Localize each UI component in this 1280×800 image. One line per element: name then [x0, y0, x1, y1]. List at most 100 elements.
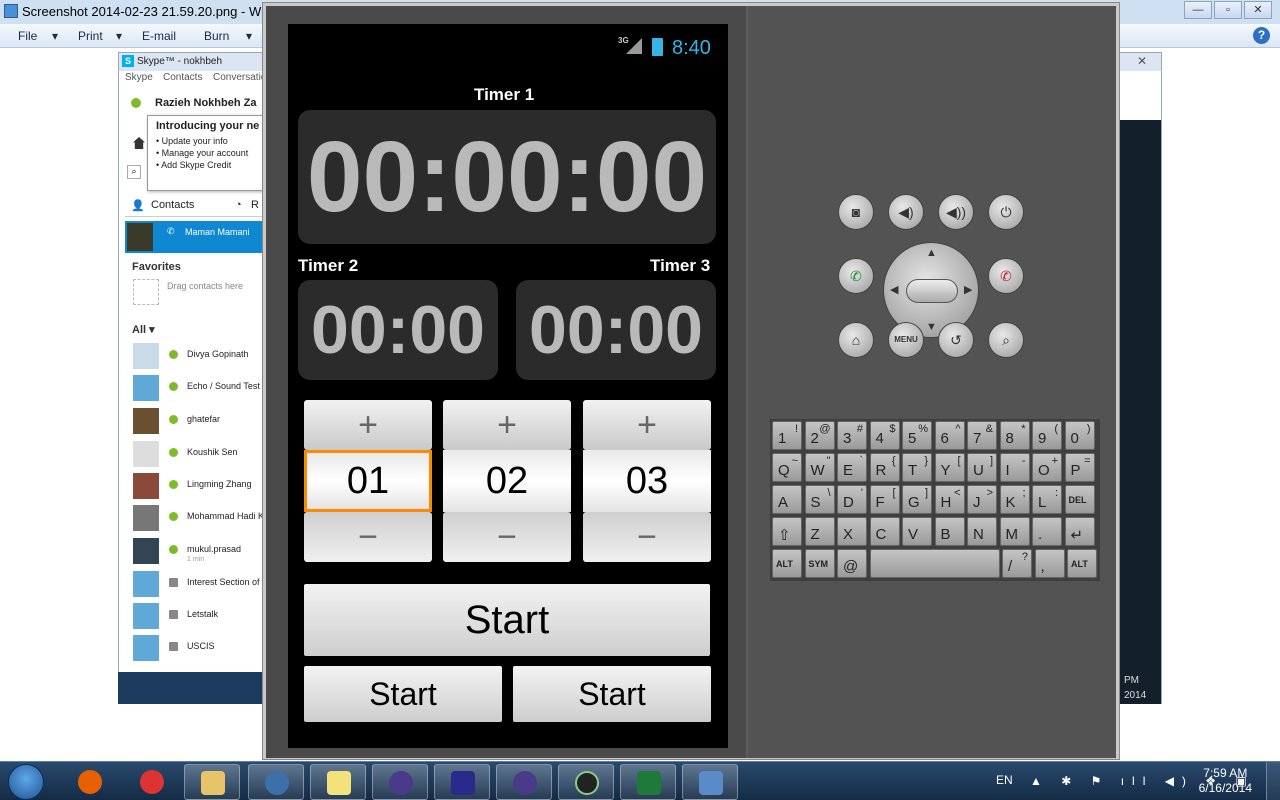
dpad-right-button[interactable]: ▶ — [964, 283, 972, 296]
contact-item[interactable]: ghatefar — [133, 408, 263, 436]
language-indicator[interactable]: EN — [996, 773, 1013, 787]
increment-button[interactable]: + — [443, 400, 571, 450]
menu-burn[interactable]: Burn — [204, 29, 229, 43]
key-21e7[interactable]: ⇧ — [772, 517, 802, 546]
volume-down-icon[interactable]: ◀) — [888, 194, 924, 230]
key-0[interactable]: 0) — [1064, 421, 1095, 450]
key-g[interactable]: G] — [902, 485, 932, 514]
key-n[interactable]: N — [967, 517, 997, 546]
key-a[interactable]: A — [772, 485, 802, 514]
menu-burn-arrow[interactable]: ▾ — [246, 29, 252, 43]
skype-user-name[interactable]: Razieh Nokhbeh Za — [131, 97, 256, 109]
contact-item[interactable]: Lingming Zhang — [133, 473, 263, 501]
key-sym[interactable]: SYM — [804, 549, 835, 578]
key-9[interactable]: 9( — [1032, 421, 1062, 450]
key-x[interactable]: X — [837, 517, 867, 546]
key-k[interactable]: K; — [999, 485, 1030, 514]
key-p[interactable]: P = — [1064, 453, 1095, 482]
contact-item[interactable]: USCIS — [133, 635, 263, 663]
skype-menu-contacts[interactable]: Contacts — [163, 72, 202, 83]
start-button[interactable] — [8, 764, 44, 800]
key-m[interactable]: M — [999, 517, 1030, 546]
contact-item[interactable]: mukul.prasad 1 min — [133, 538, 263, 566]
start-timer3-button[interactable]: Start — [513, 666, 711, 722]
key-r[interactable]: R{ — [869, 453, 900, 482]
menu-email[interactable]: E-mail — [142, 29, 176, 43]
menu-print[interactable]: Print — [78, 29, 103, 43]
contact-item[interactable]: Letstalk — [133, 603, 263, 631]
key-7[interactable]: 7 & — [967, 421, 997, 450]
key-v[interactable]: V — [902, 517, 932, 546]
key-3[interactable]: 3 # — [837, 421, 867, 450]
key-f[interactable]: F[ — [869, 485, 900, 514]
contact-item[interactable]: Divya Gopinath — [133, 343, 263, 371]
clock[interactable]: 7:59 AM 6/16/2014 — [1199, 766, 1252, 796]
thunderbird-taskbar-icon[interactable] — [248, 764, 304, 800]
search-icon[interactable]: ⌕ — [127, 165, 141, 179]
all-contacts-dropdown[interactable]: All ▾ — [132, 323, 155, 336]
increment-button[interactable]: + — [583, 400, 711, 450]
key-21b5[interactable]: ↵ — [1064, 517, 1095, 546]
skype-menu-skype[interactable]: Skype — [125, 72, 153, 83]
start-timer1-button[interactable]: Start — [304, 584, 710, 656]
key-b[interactable]: B — [934, 517, 965, 546]
increment-button[interactable]: + — [304, 400, 432, 450]
skype-menu-conversations[interactable]: Conversatio — [213, 72, 266, 83]
key-o[interactable]: O + — [1032, 453, 1062, 482]
decrement-button[interactable]: − — [304, 512, 432, 562]
tooltip-bullet[interactable]: • Manage your account — [156, 148, 258, 158]
eclipse2-taskbar-icon[interactable] — [496, 764, 552, 800]
space-key[interactable] — [869, 549, 1000, 578]
menu-file-arrow[interactable]: ▾ — [52, 29, 58, 43]
key-q[interactable]: Q ~ — [772, 453, 802, 482]
key-2[interactable]: 2 @ — [804, 421, 835, 450]
key-2f[interactable]: /? — [1002, 549, 1032, 578]
key-l[interactable]: L: — [1032, 485, 1062, 514]
key-4[interactable]: 4 $ — [869, 421, 900, 450]
dpad-down-button[interactable]: ▼ — [926, 321, 937, 333]
maximize-button[interactable]: ▫ — [1214, 1, 1242, 19]
end-call-icon[interactable]: ✆ — [988, 258, 1024, 294]
excel-taskbar-icon[interactable] — [620, 764, 676, 800]
key-8[interactable]: 8 * — [999, 421, 1030, 450]
contact-item[interactable]: Koushik Sen — [133, 441, 263, 469]
skype-close-icon[interactable]: ✕ — [1137, 54, 1147, 68]
key-2e[interactable]: . — [1032, 517, 1062, 546]
picker-value[interactable]: 03 — [583, 450, 711, 512]
key-5[interactable]: 5% — [902, 421, 932, 450]
key-j[interactable]: J > — [967, 485, 997, 514]
dpad-center-button[interactable] — [906, 279, 958, 303]
key-c[interactable]: C — [869, 517, 900, 546]
picker-value[interactable]: 02 — [443, 450, 571, 512]
power-icon[interactable]: ⏻ — [988, 194, 1024, 230]
volume-up-icon[interactable]: ◀)) — [938, 194, 974, 230]
dpad-left-button[interactable]: ◀ — [890, 283, 898, 296]
show-desktop-button[interactable] — [1266, 762, 1280, 800]
key-del[interactable]: DEL — [1064, 485, 1095, 514]
back-icon[interactable]: ↺ — [938, 322, 974, 358]
minimize-button[interactable]: — — [1184, 1, 1212, 19]
menu-button[interactable]: MENU — [888, 322, 924, 358]
camera-icon[interactable]: ◙ — [838, 194, 874, 230]
key-40[interactable]: @ — [837, 549, 867, 578]
key-2c[interactable]: , — [1034, 549, 1065, 578]
close-button[interactable]: ✕ — [1244, 1, 1272, 19]
chrome-taskbar-icon[interactable] — [124, 764, 180, 800]
decrement-button[interactable]: − — [583, 512, 711, 562]
key-s[interactable]: S \ — [804, 485, 835, 514]
contact-item[interactable]: Mohammad Hadi Ke — [133, 505, 269, 533]
dpad-up-button[interactable]: ▲ — [926, 247, 937, 259]
key-w[interactable]: W " — [804, 453, 835, 482]
key-t[interactable]: T} — [902, 453, 932, 482]
key-h[interactable]: H < — [934, 485, 965, 514]
home-icon[interactable]: ⌂ — [838, 322, 874, 358]
key-i[interactable]: I- — [999, 453, 1030, 482]
call-icon[interactable]: ✆ — [838, 258, 874, 294]
help-icon[interactable]: ? — [1253, 27, 1270, 44]
menu-file[interactable]: File — [18, 29, 37, 43]
picker-value[interactable]: 01 — [304, 450, 432, 512]
key-alt[interactable]: ALT — [1067, 549, 1097, 578]
key-u[interactable]: U] — [967, 453, 997, 482]
decrement-button[interactable]: − — [443, 512, 571, 562]
texmaker-taskbar-icon[interactable] — [434, 764, 490, 800]
